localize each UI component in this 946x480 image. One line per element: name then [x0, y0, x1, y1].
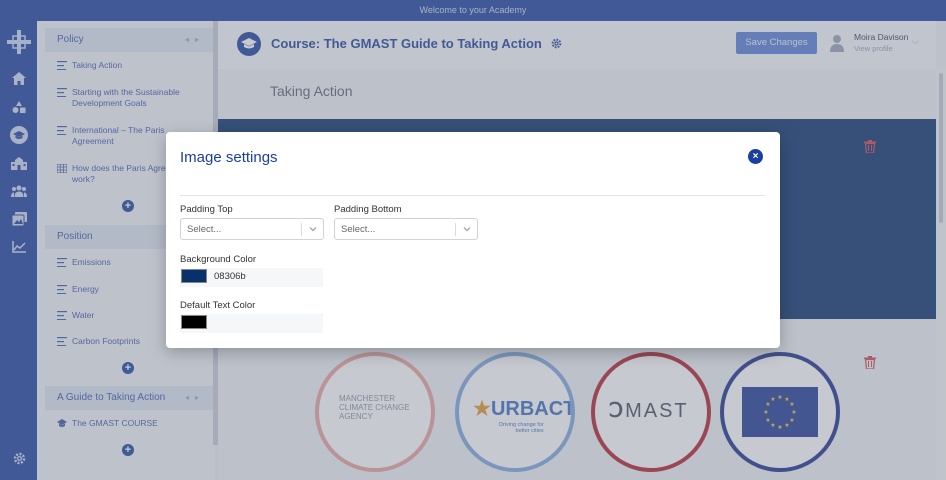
background-color-swatch[interactable] [181, 269, 207, 283]
text-color-picker[interactable] [180, 314, 323, 333]
padding-bottom-label: Padding Bottom [334, 204, 402, 215]
modal-title: Image settings [180, 149, 278, 166]
select-separator [301, 223, 302, 236]
padding-top-select[interactable]: Select... [180, 218, 324, 240]
divider [180, 195, 765, 196]
select-separator [455, 223, 456, 236]
background-color-picker[interactable]: 08306b [180, 268, 323, 287]
select-placeholder: Select... [187, 224, 222, 235]
text-color-swatch[interactable] [181, 315, 207, 329]
chevron-down-icon[interactable] [462, 224, 472, 234]
padding-bottom-select[interactable]: Select... [334, 218, 478, 240]
select-placeholder: Select... [341, 224, 376, 235]
background-color-label: Background Color [180, 254, 257, 265]
chevron-down-icon[interactable] [308, 224, 318, 234]
background-color-value[interactable]: 08306b [214, 271, 246, 282]
close-icon[interactable]: × [748, 149, 763, 164]
image-settings-modal: Image settings × Padding Top Select... P… [166, 132, 780, 348]
text-color-label: Default Text Color [180, 300, 256, 311]
padding-top-label: Padding Top [180, 204, 233, 215]
